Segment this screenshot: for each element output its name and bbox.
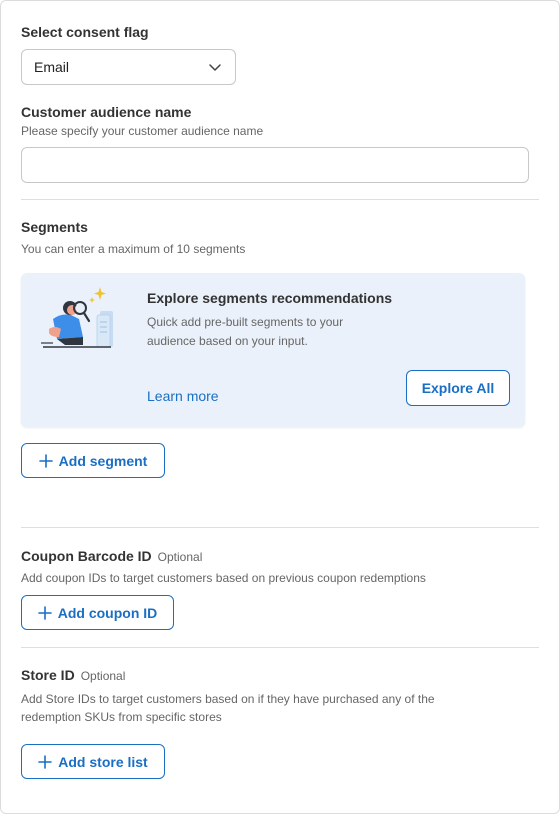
audience-name-label: Customer audience name — [21, 104, 192, 120]
chevron-down-icon — [209, 64, 221, 71]
audience-form-panel: Select consent flag Email Customer audie… — [0, 0, 560, 814]
store-label: Store ID — [21, 667, 75, 683]
explore-all-button[interactable]: Explore All — [406, 370, 510, 406]
coupon-hint: Add coupon IDs to target customers based… — [21, 571, 426, 585]
add-store-list-label: Add store list — [58, 753, 148, 770]
reco-card-description: Quick add pre-built segments to your aud… — [147, 315, 344, 348]
reco-card-title: Explore segments recommendations — [147, 290, 393, 306]
add-store-list-button[interactable]: Add store list — [21, 744, 165, 779]
learn-more-link[interactable]: Learn more — [147, 388, 219, 404]
segments-hint: You can enter a maximum of 10 segments — [21, 242, 246, 256]
plus-icon — [38, 453, 53, 468]
add-segment-label: Add segment — [58, 452, 148, 469]
coupon-section-title: Coupon Barcode ID Optional — [21, 548, 202, 564]
segments-recommendation-card: Explore segments recommendations Quick a… — [21, 273, 525, 427]
divider — [21, 199, 539, 200]
divider — [21, 647, 539, 648]
store-hint: Add Store IDs to target customers based … — [21, 692, 435, 724]
consent-flag-select[interactable]: Email — [21, 49, 236, 85]
coupon-label: Coupon Barcode ID — [21, 548, 152, 564]
add-segment-button[interactable]: Add segment — [21, 443, 165, 478]
consent-flag-label: Select consent flag — [21, 24, 149, 40]
consent-flag-value: Email — [34, 59, 70, 75]
illustration-person-magnifier — [41, 287, 113, 348]
audience-name-input[interactable] — [21, 147, 529, 183]
store-optional-tag: Optional — [80, 669, 126, 683]
segments-label: Segments — [21, 219, 88, 235]
store-section-title: Store ID Optional — [21, 667, 125, 683]
plus-icon — [38, 754, 53, 769]
plus-icon — [37, 605, 52, 620]
audience-name-hint: Please specify your customer audience na… — [21, 124, 264, 138]
add-coupon-id-label: Add coupon ID — [57, 604, 158, 621]
divider — [21, 527, 539, 528]
coupon-optional-tag: Optional — [157, 550, 203, 564]
add-coupon-id-button[interactable]: Add coupon ID — [21, 595, 174, 630]
